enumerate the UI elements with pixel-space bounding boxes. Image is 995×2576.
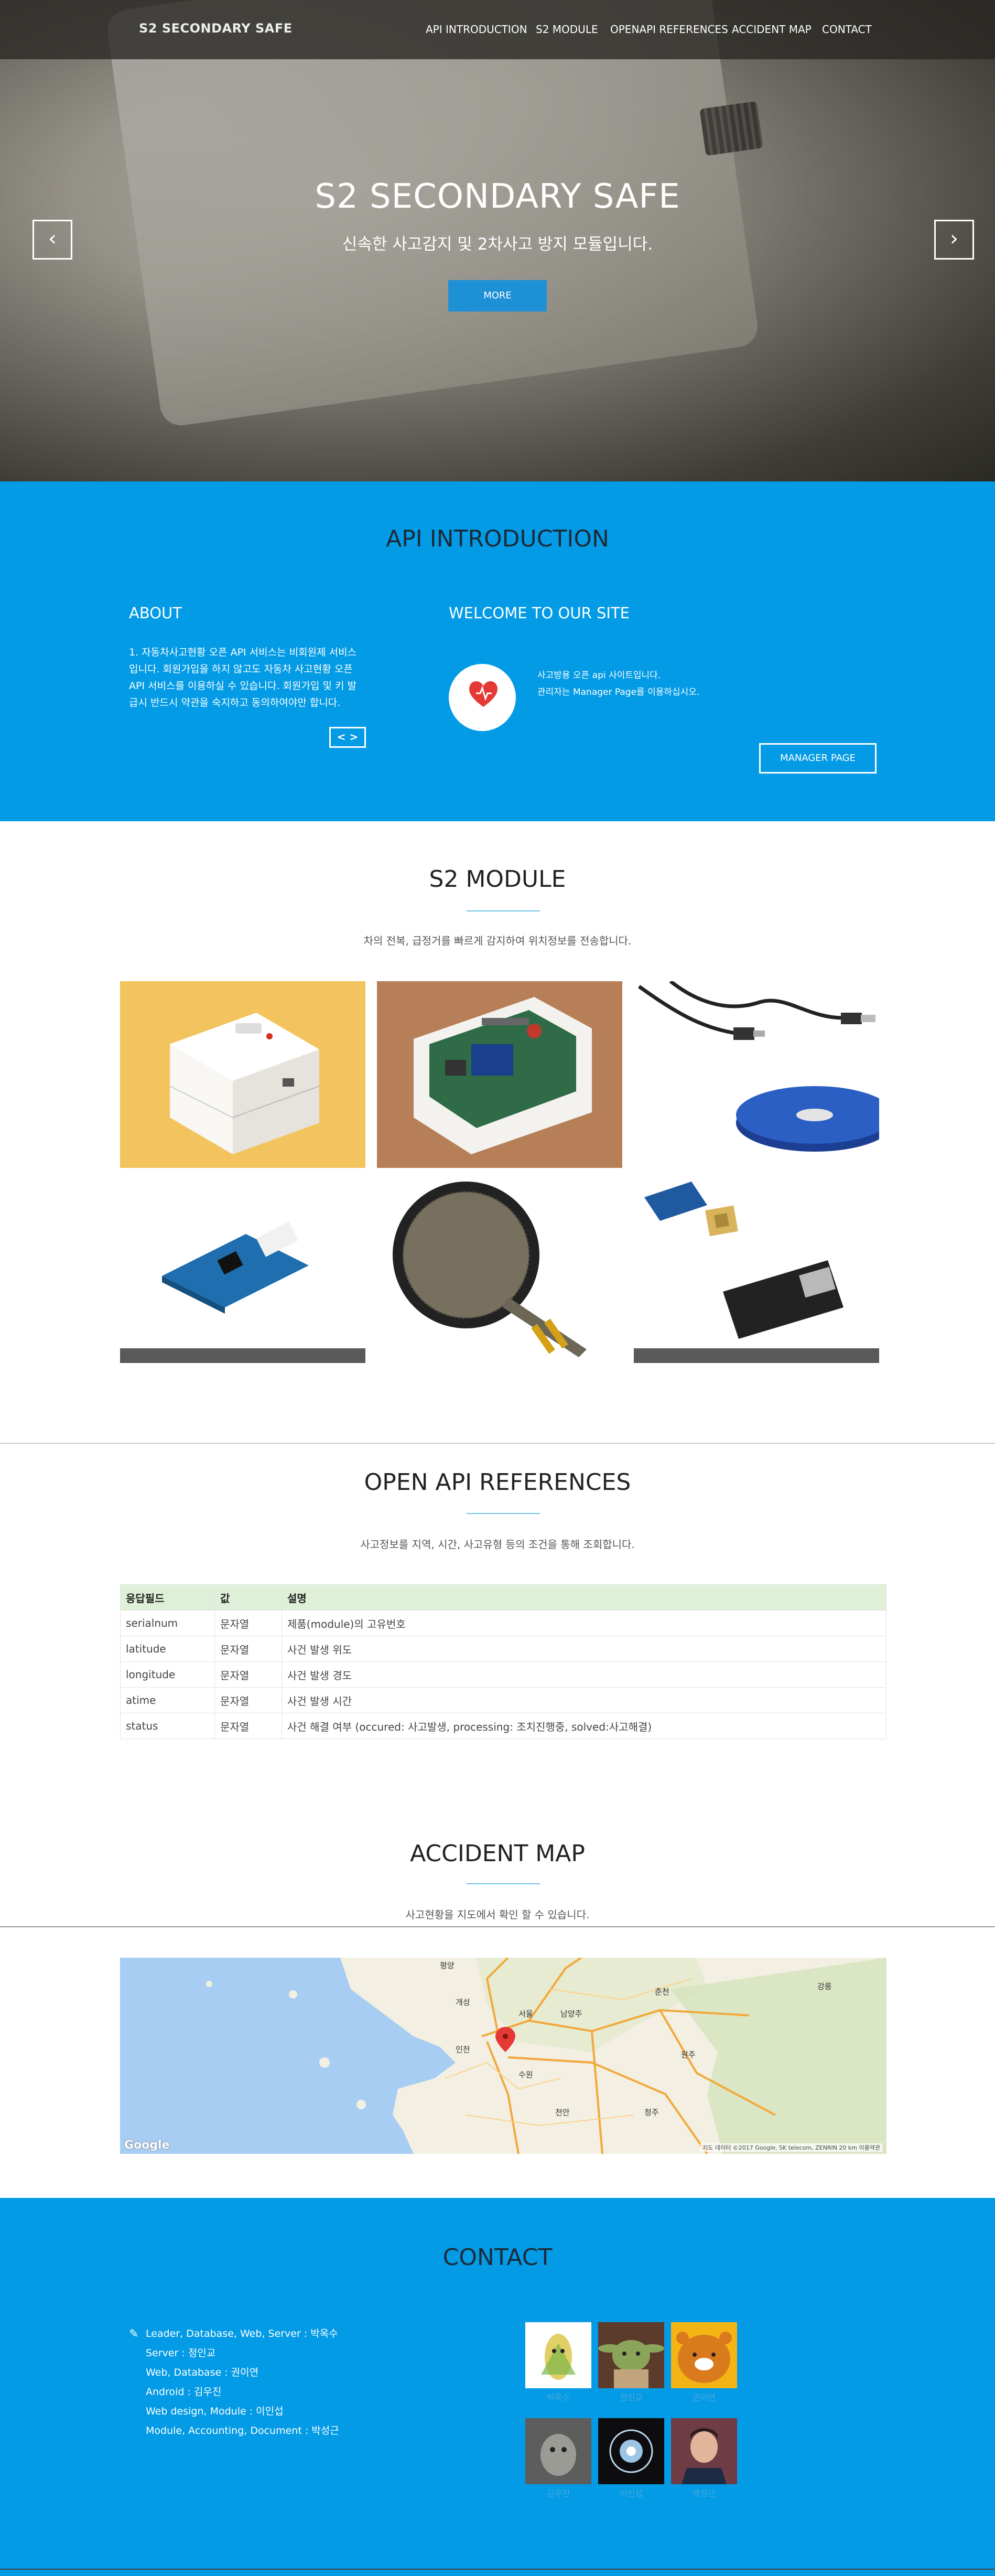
hero-banner: S2 SECONDARY SAFE API INTRODUCTION S2 MO… [0,0,995,481]
section-title: OPEN API REFERENCES [364,1469,631,1496]
team-member: Module, Accounting, Document : 박성근 [146,2425,339,2437]
section-title: ACCIDENT MAP [410,1840,585,1867]
title-divider [467,1883,540,1884]
avatar-name: 정인교 [619,2392,643,2402]
column-header: 응답필드 [120,1584,215,1611]
table-row: status 문자열 사건 해결 여부 (occured: 사고발생, proces… [120,1713,886,1739]
hero-title: S2 SECONDARY SAFE [315,177,680,216]
accident-map-section: ACCIDENT MAP 사고현황을 지도에서 확인 할 수 있습니다. 평양 … [0,1805,995,2198]
avatar-name: 김우진 [546,2488,570,2498]
section-title: S2 MODULE [429,866,566,893]
site-logo [449,664,516,731]
team-member: Android : 김우진 [146,2386,222,2398]
svg-text:남양주: 남양주 [560,2009,582,2019]
svg-text:강릉: 강릉 [817,1982,832,1991]
nav-item-contact[interactable]: CONTACT [822,23,872,36]
module-photo-force-sensor[interactable] [377,1176,622,1363]
contact-section: CONTACT ✎ Leader, Database, Web, Server … [0,2198,995,2576]
avatar[interactable] [525,2322,591,2388]
top-navbar: S2 SECONDARY SAFE API INTRODUCTION S2 MO… [0,0,995,59]
column-header: 설명 [282,1584,886,1611]
nav-item-accident-map[interactable]: ACCIDENT MAP [732,23,812,36]
svg-text:인천: 인천 [456,2045,470,2054]
module-photo-sensor[interactable] [120,1176,365,1363]
code-button[interactable]: < > [329,727,366,748]
avatar-name: 박성근 [692,2488,716,2498]
title-divider [467,910,540,911]
nav-item-openapi-references[interactable]: OPENAPI REFERENCES [610,23,728,36]
section-subtitle: 사고현황을 지도에서 확인 할 수 있습니다. [405,1908,590,1921]
heart-logo-icon [469,681,498,707]
about-text: 1. 자동차사고현황 오픈 API 서비스는 비회원제 서비스입니다. 회원가입… [129,647,357,709]
team-list: ✎ Leader, Database, Web, Server : 박옥수 Se… [129,2324,339,2441]
team-member: Server : 정인교 [146,2347,216,2359]
team-member: Web, Database : 권이연 [146,2367,259,2378]
avatar[interactable] [598,2322,664,2388]
brand-logo[interactable]: S2 SECONDARY SAFE [139,21,293,36]
about-heading: ABOUT [129,604,182,622]
section-subtitle: 차의 전복, 급정거를 빠르게 감지하여 위치정보를 전송합니다. [363,935,632,947]
api-introduction-section: API INTRODUCTION ABOUT 1. 자동차사고현황 오픈 API… [0,481,995,821]
svg-text:천안: 천안 [555,2108,570,2117]
avatar-name: 이인섭 [619,2488,643,2498]
module-photo-board[interactable] [377,981,622,1168]
title-divider [467,1513,540,1514]
welcome-text: 사고방용 오픈 api 사이트입니다. 관리자는 Manager Page를 이… [537,670,700,697]
avatar-name: 박옥수 [546,2392,570,2402]
section-title: API INTRODUCTION [386,525,609,552]
avatar[interactable] [671,2322,737,2388]
table-row: serialnum 문자열 제품(module)의 고유번호 [120,1610,886,1636]
svg-text:개성: 개성 [456,1998,470,2007]
svg-text:수원: 수원 [518,2070,533,2079]
avatar[interactable] [598,2418,664,2484]
s2-module-section: S2 MODULE 차의 전복, 급정거를 빠르게 감지하여 위치정보를 전송합… [0,821,995,1443]
column-header: 값 [214,1584,282,1611]
table-row: atime 문자열 사건 발생 시간 [120,1687,886,1713]
footer-line [0,2569,995,2570]
map-attribution: 지도 데이터 ©2017 Google, SK telecom, ZENRIN … [700,2143,882,2152]
svg-text:원주: 원주 [681,2050,696,2059]
svg-text:청주: 청주 [644,2108,659,2117]
api-reference-table: 응답필드 값 설명 serialnum 문자열 제품(module)의 고유번호 l… [120,1584,886,1739]
svg-text:서울: 서울 [518,2009,533,2019]
welcome-heading: WELCOME TO OUR SITE [449,604,630,622]
avatar-name: 권이연 [692,2392,716,2402]
module-photo-cable-filament[interactable] [634,981,879,1168]
avatar[interactable] [525,2418,591,2484]
manager-page-button[interactable]: MANAGER PAGE [759,743,877,774]
nav-item-s2-module[interactable]: S2 MODULE [536,23,598,36]
section-subtitle: 사고정보를 지역, 시간, 사고유형 등의 조건을 통해 조회합니다. [360,1538,635,1551]
avatar[interactable] [671,2418,737,2484]
hero-more-button[interactable]: MORE [448,280,547,312]
team-member: Leader, Database, Web, Server : 박옥수 [146,2328,338,2339]
openapi-references-section: OPEN API REFERENCES 사고정보를 지역, 시간, 사고유형 등… [0,1443,995,1805]
module-photo-gps-nodemcu[interactable] [634,1176,879,1363]
team-member: Web design, Module : 이인섭 [146,2406,284,2417]
accident-map[interactable]: 평양 서울 인천 수원 춘천 강릉 개성 원주 청주 천안 남양주 Google… [120,1958,886,2154]
nav-item-api-introduction[interactable]: API INTRODUCTION [426,23,527,36]
table-row: longitude 문자열 사건 발생 경도 [120,1661,886,1688]
table-header-row: 응답필드 값 설명 [120,1584,886,1611]
svg-text:평양: 평양 [440,1961,455,1970]
section-title: CONTACT [442,2244,553,2271]
table-row: latitude 문자열 사건 발생 위도 [120,1636,886,1662]
pencil-icon: ✎ [129,2327,139,2341]
module-photo-case[interactable] [120,981,365,1168]
google-logo: Google [124,2139,170,2152]
hero-subtitle: 신속한 사고감지 및 2차사고 방지 모듈입니다. [342,235,653,254]
svg-text:춘천: 춘천 [655,1987,669,1997]
